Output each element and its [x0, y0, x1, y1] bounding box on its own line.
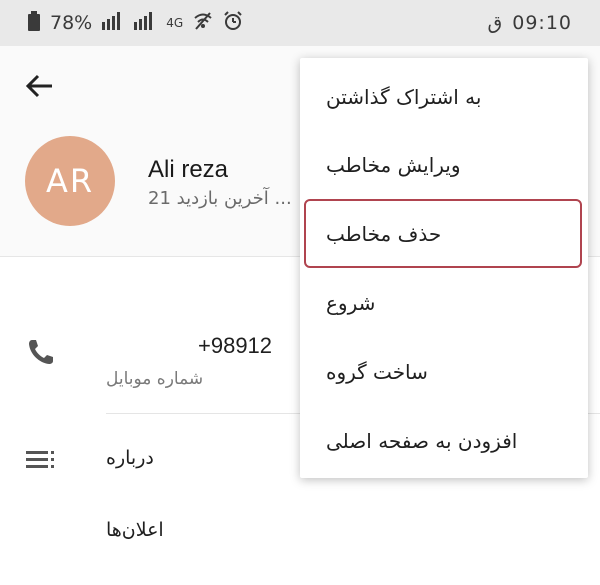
phone-icon	[26, 337, 56, 367]
menu-item-label: ویرایش مخاطب	[326, 153, 461, 177]
overflow-menu: به اشتراک گذاشتن ویرایش مخاطب حذف مخاطب …	[300, 58, 588, 478]
time-suffix: ق	[487, 12, 503, 34]
phone-type-label: شماره موبایل	[106, 369, 204, 389]
avatar[interactable]: AR	[25, 136, 115, 226]
alarm-icon	[223, 10, 243, 36]
battery-icon	[28, 10, 40, 36]
data-label: 4G	[166, 16, 184, 30]
wifi-icon	[193, 11, 213, 35]
menu-item-label: به اشتراک گذاشتن	[326, 85, 482, 109]
menu-item-label: افزودن به صفحه اصلی	[326, 429, 518, 453]
menu-item-start[interactable]: شروع	[300, 268, 588, 338]
info-list-icon	[26, 449, 56, 473]
menu-item-add-to-home[interactable]: افزودن به صفحه اصلی	[300, 406, 588, 476]
menu-item-share[interactable]: به اشتراک گذاشتن	[300, 62, 588, 132]
menu-item-edit-contact[interactable]: ویرایش مخاطب	[300, 130, 588, 200]
last-seen-status: آخرین بازدید 21 ...	[148, 188, 292, 209]
status-bar: 78% 4G ق 09:10	[0, 0, 600, 46]
menu-item-label: شروع	[326, 291, 376, 315]
signal-icon-2	[134, 11, 156, 35]
menu-item-create-group[interactable]: ساخت گروه	[300, 337, 588, 407]
notifications-label[interactable]: اعلان‌ها	[106, 519, 164, 541]
avatar-initials: AR	[45, 162, 95, 200]
back-arrow-icon[interactable]	[24, 70, 56, 102]
selected-item-highlight	[304, 199, 582, 268]
battery-percentage: 78%	[50, 12, 93, 34]
menu-item-label: ساخت گروه	[326, 360, 428, 384]
contact-name: Ali reza	[148, 156, 229, 183]
clock: 09:10	[512, 12, 572, 34]
phone-number[interactable]: +98912	[198, 333, 272, 359]
signal-icon	[102, 11, 124, 35]
bio-label[interactable]: درباره	[106, 447, 154, 469]
status-left: 78% 4G	[28, 10, 243, 36]
status-right: ق 09:10	[487, 12, 572, 34]
